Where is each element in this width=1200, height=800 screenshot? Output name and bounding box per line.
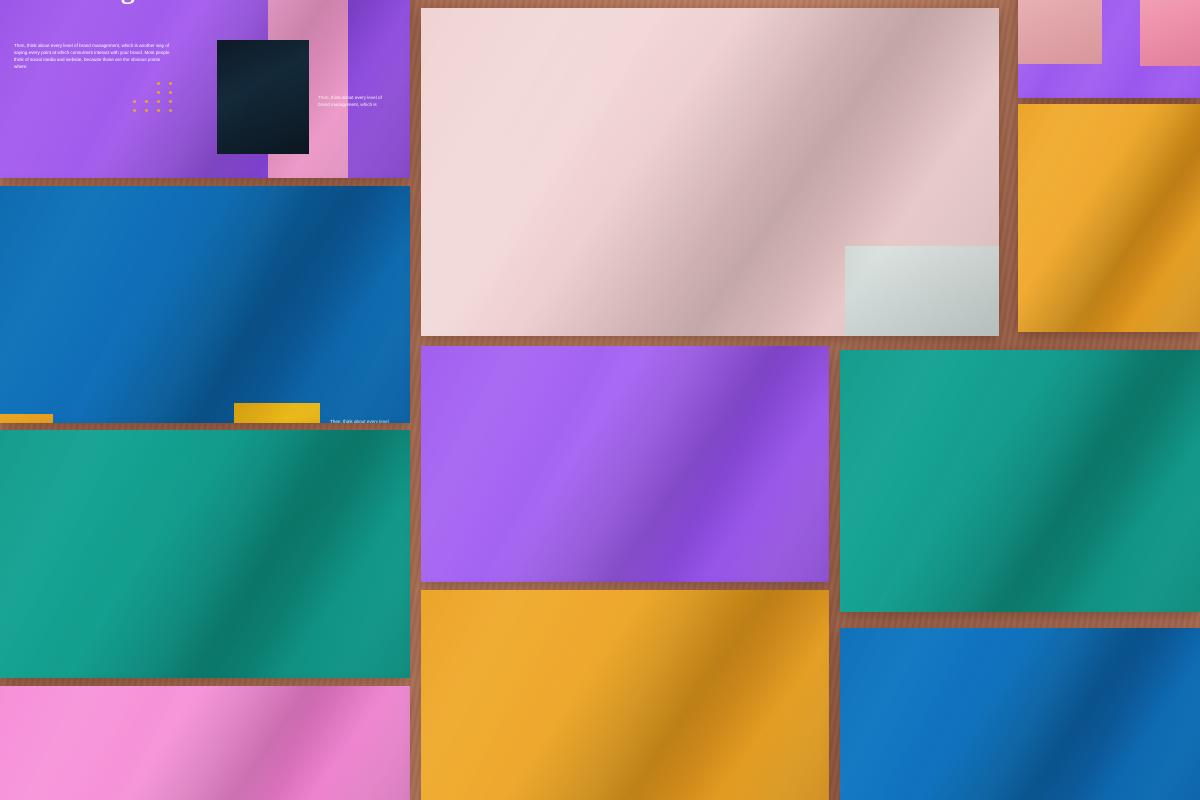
slide-we-are-innovative[interactable]: We Are Innovative Then, think about ever…: [0, 430, 410, 678]
slide-project-research[interactable]: Then, think about every level of brand m…: [840, 628, 1200, 800]
slide-brand-quote[interactable]: “A brand is no longer what we tell the c…: [421, 346, 829, 582]
photo-yellow-sneakers: [234, 403, 320, 423]
slide-collage-canvas: Digital Then, think about every level of…: [0, 0, 1200, 800]
slide-right-orange[interactable]: Then, think about every level of brand: [1018, 104, 1200, 332]
digital-paragraph: Then, think about every level of brand m…: [14, 43, 170, 70]
photo-dark-blue-swatch: [1140, 0, 1200, 66]
slide-thank-you[interactable]: Thank You: [421, 8, 999, 336]
digital-title: Digital: [0, 0, 268, 6]
photo-woman-blush: [1018, 0, 1102, 64]
slide-branding-studio[interactable]: Branding Studio Then, think about every …: [0, 186, 410, 423]
yellow-block-accent: [0, 414, 53, 423]
photo-veiled-woman: [217, 40, 309, 154]
slide-history[interactable]: History Then, think about every level of…: [421, 590, 829, 800]
photo-keyboard: [845, 246, 999, 336]
dot-grid-digital: [133, 82, 181, 112]
branding-studio-side-text: Then, think about every level .: [330, 419, 389, 423]
digital-side-text: Then, think about every level of brand m…: [318, 95, 382, 108]
slide-digital[interactable]: Digital Then, think about every level of…: [0, 0, 410, 178]
slide-branding-overview[interactable]: Branding Overview: [0, 686, 410, 800]
slide-company-characteristic[interactable]: Then, think about every level of brand m…: [840, 350, 1200, 612]
